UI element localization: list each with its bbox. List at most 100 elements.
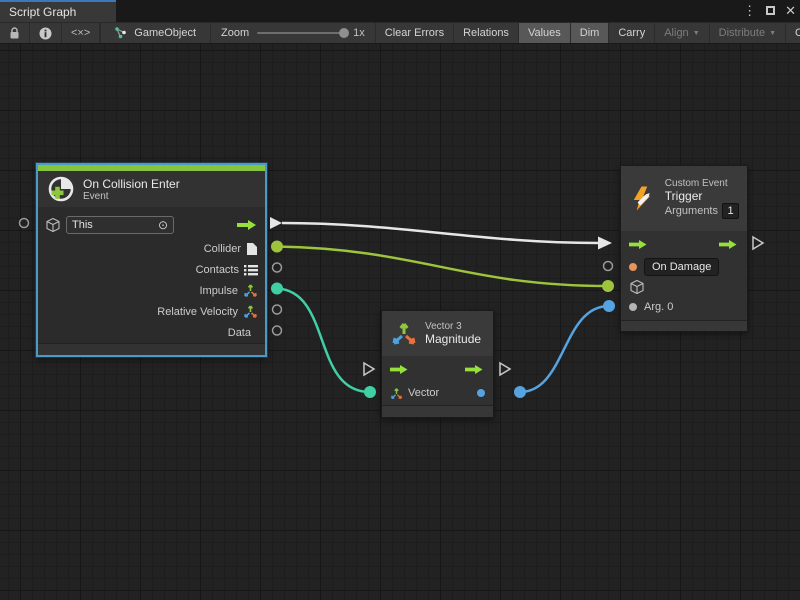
lock-button[interactable]	[0, 23, 30, 43]
flow-output-arrow-icon[interactable]	[236, 219, 258, 231]
impulse-output-port[interactable]	[271, 283, 283, 295]
wire-magnitude[interactable]	[520, 306, 609, 392]
node-footer	[38, 343, 265, 355]
values-toggle[interactable]: Values	[519, 23, 571, 43]
node-header[interactable]: Custom Event Trigger Arguments 1	[621, 166, 747, 231]
close-icon[interactable]: ✕	[785, 0, 796, 22]
code-icon: <×>	[71, 27, 90, 39]
info-button[interactable]	[30, 23, 62, 43]
node-title: Trigger	[665, 189, 739, 203]
flow-in-port-trigger[interactable]	[598, 237, 612, 250]
flow-out-port-collision[interactable]	[270, 217, 282, 229]
code-view-button[interactable]: <×>	[62, 23, 100, 43]
port-row-vector[interactable]: Vector	[382, 381, 493, 405]
port-row-contacts[interactable]: Contacts	[38, 259, 265, 280]
event-name-field[interactable]: On Damage	[644, 258, 719, 276]
info-icon	[39, 27, 52, 40]
node-header[interactable]: Vector 3 Magnitude	[382, 311, 493, 356]
magnitude-flow-out-port[interactable]	[500, 363, 510, 375]
wire-flow[interactable]	[282, 223, 598, 243]
vector3-icon	[390, 320, 418, 348]
node-subtitle: Event	[83, 191, 180, 202]
distribute-dropdown[interactable]: Distribute ▼	[710, 23, 786, 43]
collider-output-port[interactable]	[271, 241, 283, 253]
relative-velocity-output-port[interactable]	[273, 305, 282, 314]
trigger-target-port[interactable]	[602, 280, 614, 292]
menu-icon[interactable]: ⋮	[743, 0, 756, 22]
trigger-flow-out-port[interactable]	[753, 237, 763, 249]
contacts-output-port[interactable]	[273, 263, 282, 272]
target-input-row: This ⊙	[38, 212, 265, 238]
node-title: Magnitude	[425, 332, 481, 346]
flow-output-arrow-icon[interactable]	[719, 239, 739, 250]
node-trigger-custom-event[interactable]: Custom Event Trigger Arguments 1	[620, 165, 748, 332]
target-row[interactable]	[621, 277, 747, 297]
flow-row	[621, 231, 747, 257]
port-label: Contacts	[196, 264, 239, 276]
target-object-field[interactable]: This ⊙	[66, 216, 174, 234]
this-input-port[interactable]	[20, 219, 29, 228]
node-body: This ⊙ Collider Contacts	[38, 207, 265, 343]
node-body: Vector	[382, 356, 493, 405]
collision-event-icon	[46, 174, 76, 204]
node-vector3-magnitude[interactable]: Vector 3 Magnitude	[381, 310, 494, 418]
relations-button[interactable]: Relations	[454, 23, 519, 43]
custom-event-icon	[629, 184, 658, 214]
graph-target-label: GameObject	[134, 27, 196, 39]
port-row-data[interactable]: Data	[38, 322, 265, 343]
flow-output-arrow-icon[interactable]	[465, 364, 485, 375]
port-label: Vector	[408, 387, 439, 399]
zoom-control: Zoom 1x	[211, 23, 376, 43]
argument-label: Arg. 0	[644, 301, 673, 313]
lock-icon	[9, 27, 20, 40]
magnitude-output-port[interactable]	[514, 386, 526, 398]
magnitude-flow-in-port[interactable]	[364, 363, 374, 375]
wire-collider[interactable]	[277, 247, 608, 287]
argument-row[interactable]: Arg. 0	[621, 297, 747, 317]
port-row-impulse[interactable]: Impulse	[38, 280, 265, 301]
clear-errors-button[interactable]: Clear Errors	[376, 23, 454, 43]
vector3-type-icon	[243, 283, 258, 298]
align-label: Align	[664, 27, 688, 39]
port-row-collider[interactable]: Collider	[38, 238, 265, 259]
string-port-dot[interactable]	[629, 263, 637, 271]
flow-input-arrow-icon[interactable]	[390, 364, 410, 375]
gameobject-cube-icon	[629, 279, 645, 295]
zoom-value: 1x	[353, 27, 365, 39]
graph-canvas[interactable]: On Collision Enter Event This ⊙	[0, 44, 800, 600]
node-title: On Collision Enter	[83, 177, 180, 191]
graph-target-button[interactable]: GameObject	[101, 23, 211, 43]
unity-script-graph-window: Script Graph ⋮ ✕ <×>	[0, 0, 800, 600]
vector-input-port[interactable]	[364, 386, 376, 398]
maximize-icon[interactable]	[766, 0, 775, 22]
arg0-input-port[interactable]	[603, 300, 615, 312]
vector3-type-icon	[243, 304, 258, 319]
node-on-collision-enter[interactable]: On Collision Enter Event This ⊙	[36, 163, 267, 357]
carry-toggle[interactable]: Carry	[609, 23, 655, 43]
target-object-value: This	[72, 219, 93, 231]
event-name-value: On Damage	[652, 261, 711, 273]
object-picker-icon[interactable]: ⊙	[158, 218, 168, 232]
zoom-slider[interactable]	[257, 32, 345, 34]
port-row-relative-velocity[interactable]: Relative Velocity	[38, 301, 265, 322]
port-label: Collider	[204, 243, 241, 255]
align-dropdown[interactable]: Align ▼	[655, 23, 709, 43]
maximize-box-icon	[766, 6, 775, 15]
tab-script-graph[interactable]: Script Graph	[0, 0, 116, 22]
list-icon	[244, 264, 258, 276]
node-header[interactable]: On Collision Enter Event	[38, 171, 265, 207]
data-output-port[interactable]	[273, 326, 282, 335]
node-footer	[621, 320, 747, 331]
distribute-label: Distribute	[719, 27, 765, 39]
zoom-slider-handle[interactable]	[339, 28, 349, 38]
event-name-row: On Damage	[621, 257, 747, 277]
flow-input-arrow-icon[interactable]	[629, 239, 649, 250]
overview-button[interactable]: Overview	[786, 23, 800, 43]
window-controls: ⋮ ✕	[743, 0, 796, 22]
wire-impulse[interactable]	[277, 289, 370, 393]
event-name-input-port[interactable]	[604, 262, 613, 271]
arguments-count-field[interactable]: 1	[722, 203, 739, 219]
generic-port-dot	[629, 303, 637, 311]
dim-toggle[interactable]: Dim	[571, 23, 610, 43]
float-output-port[interactable]	[477, 389, 485, 397]
